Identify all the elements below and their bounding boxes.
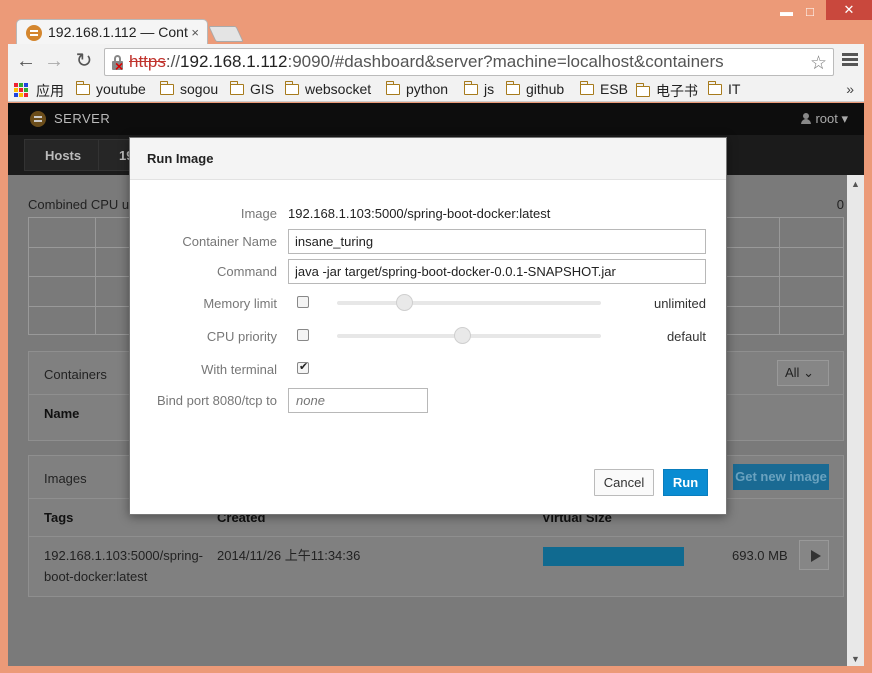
hamburger-menu-icon[interactable]	[842, 53, 858, 67]
folder-icon	[707, 81, 722, 95]
dialog-title: Run Image	[147, 151, 214, 166]
bookmark-it[interactable]: IT	[707, 81, 740, 97]
app-name: SERVER	[54, 111, 111, 126]
folder-icon	[505, 81, 520, 95]
folder-icon	[635, 83, 650, 97]
reload-icon[interactable]: ↻	[72, 50, 96, 72]
cpu-usage-value: 0	[836, 197, 844, 212]
image-size: 693.0 MB	[732, 548, 788, 563]
with-terminal-label: With terminal	[201, 362, 277, 377]
image-value: 192.168.1.103:5000/spring-boot-docker:la…	[288, 206, 551, 221]
browser-toolbar: ← → ↻ × https://192.168.1.112:9090/#dash…	[8, 44, 864, 80]
images-title: Images	[44, 471, 87, 486]
column-tags: Tags	[44, 510, 74, 525]
folder-icon	[284, 81, 299, 95]
image-tag: 192.168.1.103:5000/spring-boot-docker:la…	[44, 548, 204, 584]
window-title-bar: 192.168.1.112 — Cont × ▬ □ ✕	[0, 0, 872, 45]
forward-arrow-icon[interactable]: →	[42, 50, 66, 72]
bookmark-github[interactable]: github	[505, 81, 564, 97]
address-bar[interactable]: × https://192.168.1.112:9090/#dashboard&…	[104, 48, 834, 76]
scroll-down-icon[interactable]: ▼	[851, 654, 860, 664]
run-button[interactable]: Run	[663, 469, 708, 496]
browser-tab[interactable]: 192.168.1.112 — Cont ×	[16, 19, 208, 45]
bind-port-label: Bind port 8080/tcp to	[157, 393, 277, 408]
folder-icon	[579, 81, 594, 95]
memory-limit-checkbox[interactable]	[297, 296, 309, 308]
memory-limit-label: Memory limit	[203, 296, 277, 311]
app-header: SERVER root ▾	[8, 103, 864, 135]
with-terminal-checkbox[interactable]	[297, 360, 309, 374]
maximize-icon[interactable]: □	[806, 4, 814, 19]
command-label: Command	[217, 264, 277, 279]
bookmark-js[interactable]: js	[463, 81, 494, 97]
bookmark-star-icon[interactable]: ☆	[810, 52, 827, 75]
memory-limit-value: unlimited	[653, 296, 706, 311]
containers-title: Containers	[44, 367, 107, 382]
browser-window: 192.168.1.112 — Cont × ▬ □ ✕ ← → ↻ × htt…	[0, 0, 872, 673]
folder-icon	[385, 81, 400, 95]
tab-title: 192.168.1.112 — Cont	[48, 24, 188, 40]
tab-close-icon[interactable]: ×	[191, 25, 199, 40]
run-image-play-button[interactable]	[799, 540, 829, 570]
cancel-button[interactable]: Cancel	[594, 469, 654, 496]
new-tab-button[interactable]	[208, 26, 244, 42]
apps-grid-icon[interactable]	[14, 83, 28, 97]
user-menu[interactable]: root ▾	[801, 111, 848, 127]
folder-icon	[159, 81, 174, 95]
get-new-image-button[interactable]: Get new image	[733, 464, 829, 490]
bookmark-ebooks[interactable]: 电子书	[635, 81, 698, 101]
image-label: Image	[240, 206, 277, 221]
folder-icon	[463, 81, 478, 95]
command-input[interactable]	[288, 259, 706, 284]
cpu-priority-value: default	[666, 329, 706, 344]
column-name: Name	[44, 406, 80, 421]
bookmarks-bar: 应用 youtube sogou GIS websocket python js…	[8, 80, 864, 102]
nav-tab-hosts[interactable]: Hosts	[24, 139, 103, 171]
url-text[interactable]: https://192.168.1.112:9090/#dashboard&se…	[129, 52, 724, 72]
close-window-icon[interactable]: ✕	[826, 0, 872, 20]
memory-limit-slider[interactable]	[337, 301, 601, 305]
scroll-up-icon[interactable]: ▲	[851, 179, 860, 189]
cpu-priority-label: CPU priority	[206, 329, 277, 344]
cpu-priority-checkbox[interactable]	[297, 329, 309, 341]
user-icon	[801, 113, 812, 124]
cockpit-favicon-icon	[26, 25, 42, 41]
dialog-header: Run Image	[130, 138, 726, 180]
cpu-usage-label: Combined CPU us	[28, 197, 136, 212]
minimize-icon[interactable]: ▬	[780, 4, 793, 19]
virtual-size-bar	[543, 547, 684, 566]
memory-slider-handle[interactable]	[396, 294, 413, 311]
bookmark-sogou[interactable]: sogou	[159, 81, 218, 97]
bookmark-gis[interactable]: GIS	[229, 81, 274, 97]
run-image-dialog: Run Image Image 192.168.1.103:5000/sprin…	[129, 137, 727, 515]
container-name-input[interactable]	[288, 229, 706, 254]
folder-icon	[229, 81, 244, 95]
container-name-label: Container Name	[182, 234, 277, 249]
bookmark-esb[interactable]: ESB	[579, 81, 628, 97]
folder-icon	[75, 81, 90, 95]
page-scrollbar[interactable]: ▲ ▼	[847, 175, 864, 666]
image-created: 2014/11/26 上午11:34:36	[217, 548, 361, 563]
cockpit-logo-icon	[30, 111, 46, 127]
containers-filter-dropdown[interactable]: All ⌄	[777, 360, 829, 386]
bind-port-input[interactable]	[288, 388, 428, 413]
bookmark-websocket[interactable]: websocket	[284, 81, 371, 97]
bookmark-python[interactable]: python	[385, 81, 448, 97]
bookmark-apps[interactable]: 应用	[36, 81, 64, 101]
insecure-lock-icon[interactable]: ×	[111, 55, 125, 73]
bookmark-youtube[interactable]: youtube	[75, 81, 146, 97]
back-arrow-icon[interactable]: ←	[14, 50, 38, 72]
cpu-slider-handle[interactable]	[454, 327, 471, 344]
bookmarks-overflow-icon[interactable]: »	[846, 81, 854, 97]
